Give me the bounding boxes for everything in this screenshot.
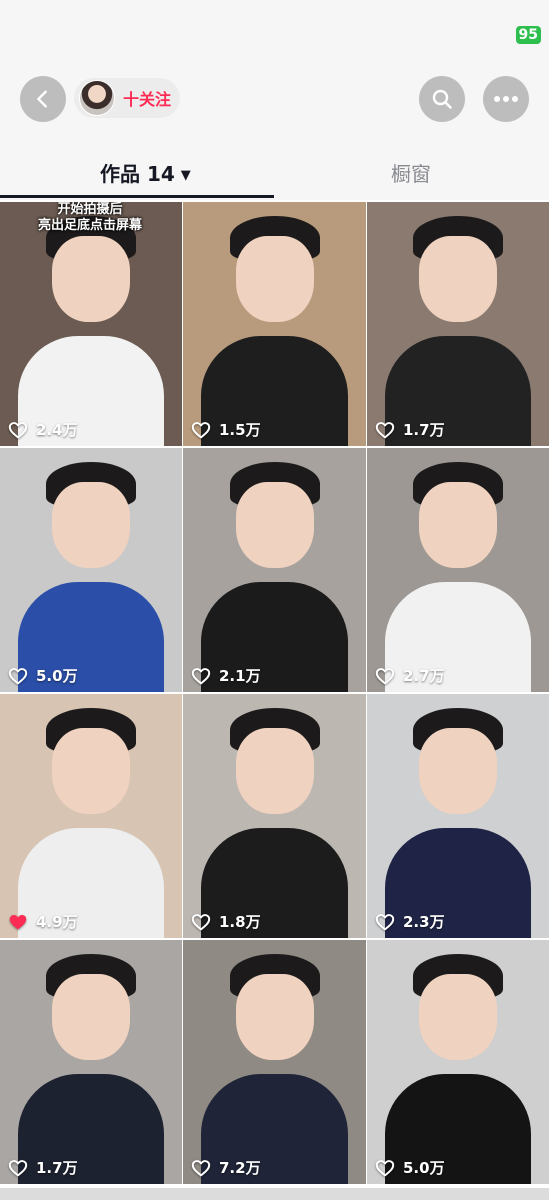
heart-icon xyxy=(375,667,395,684)
avatar[interactable] xyxy=(79,80,115,116)
like-count-value: 2.7万 xyxy=(403,667,445,685)
thumbnail-art xyxy=(235,974,314,1060)
video-thumbnail[interactable]: 2.3万 xyxy=(367,694,549,938)
like-count: 1.7万 xyxy=(375,419,445,440)
like-count-value: 1.8万 xyxy=(219,913,261,931)
like-count-value: 2.1万 xyxy=(219,667,261,685)
heart-icon xyxy=(191,421,211,438)
tab-active-indicator xyxy=(0,195,274,198)
like-count-value: 1.7万 xyxy=(403,421,445,439)
like-count: 5.0万 xyxy=(8,665,78,686)
video-overlay-text: 开始拍摄后 亮出足底点击屏幕 xyxy=(37,202,142,233)
thumbnail-art xyxy=(235,236,314,322)
like-count: 5.0万 xyxy=(375,1157,445,1178)
tab-works-label: 作品 14 xyxy=(100,162,175,186)
follow-label: 十关注 xyxy=(123,90,172,109)
more-button[interactable] xyxy=(483,76,529,122)
like-count-value: 7.2万 xyxy=(219,1159,261,1177)
video-thumbnail[interactable]: 2.1万 xyxy=(183,448,366,692)
like-count-value: 1.7万 xyxy=(36,1159,78,1177)
like-count-value: 2.3万 xyxy=(403,913,445,931)
thumbnail-art xyxy=(419,728,497,814)
more-horizontal-icon xyxy=(494,96,518,102)
thumbnail-art xyxy=(235,728,314,814)
video-thumbnail[interactable]: 1.8万 xyxy=(183,694,366,938)
like-count: 1.7万 xyxy=(8,1157,78,1178)
video-thumbnail[interactable]: 1.7万 xyxy=(367,202,549,446)
like-count: 4.9万 xyxy=(8,911,78,932)
video-thumbnail[interactable]: 5.0万 xyxy=(0,448,182,692)
follow-button[interactable]: 十关注 xyxy=(74,78,180,118)
battery-level: 95 xyxy=(518,27,538,43)
video-thumbnail[interactable]: 开始拍摄后 亮出足底点击屏幕 2.4万 xyxy=(0,202,182,446)
search-icon xyxy=(432,89,452,109)
like-count: 2.1万 xyxy=(191,665,261,686)
video-thumbnail[interactable]: 1.7万 xyxy=(0,940,182,1184)
thumbnail-art xyxy=(52,482,130,568)
like-count-value: 5.0万 xyxy=(36,667,78,685)
like-count-value: 5.0万 xyxy=(403,1159,445,1177)
back-button[interactable] xyxy=(20,76,66,122)
video-grid: 开始拍摄后 亮出足底点击屏幕 2.4万 1.5万 1.7万 5.0万 2.1万 … xyxy=(0,202,549,1184)
heart-icon xyxy=(375,1159,395,1176)
like-count: 2.3万 xyxy=(375,911,445,932)
like-count: 2.7万 xyxy=(375,665,445,686)
like-count: 1.8万 xyxy=(191,911,261,932)
heart-icon xyxy=(8,667,28,684)
thumbnail-art xyxy=(52,236,130,322)
heart-icon xyxy=(191,913,211,930)
heart-icon xyxy=(375,913,395,930)
like-count: 7.2万 xyxy=(191,1157,261,1178)
like-count: 1.5万 xyxy=(191,419,261,440)
heart-icon xyxy=(8,421,28,438)
tab-window[interactable]: 橱窗 xyxy=(391,158,431,190)
thumbnail-art xyxy=(419,482,497,568)
chevron-left-icon xyxy=(37,90,47,108)
heart-icon xyxy=(8,1159,28,1176)
heart-icon xyxy=(191,1159,211,1176)
video-thumbnail[interactable]: 5.0万 xyxy=(367,940,549,1184)
heart-filled-icon xyxy=(9,914,27,929)
thumbnail-art xyxy=(419,236,497,322)
thumbnail-art xyxy=(235,482,314,568)
heart-icon xyxy=(191,667,211,684)
tab-works[interactable]: 作品 14 ▼ xyxy=(100,158,191,190)
heart-icon xyxy=(375,421,395,438)
video-thumbnail[interactable]: 1.5万 xyxy=(183,202,366,446)
video-thumbnail[interactable]: 4.9万 xyxy=(0,694,182,938)
like-count-value: 4.9万 xyxy=(36,913,78,931)
video-thumbnail[interactable]: 7.2万 xyxy=(183,940,366,1184)
thumbnail-art xyxy=(52,974,130,1060)
like-count: 2.4万 xyxy=(8,419,78,440)
like-count-value: 2.4万 xyxy=(36,421,78,439)
thumbnail-art xyxy=(419,974,497,1060)
caret-down-icon: ▼ xyxy=(180,168,191,183)
video-thumbnail[interactable]: 2.7万 xyxy=(367,448,549,692)
like-count-value: 1.5万 xyxy=(219,421,261,439)
tab-window-label: 橱窗 xyxy=(391,162,431,186)
battery-indicator: 95 xyxy=(515,26,541,44)
thumbnail-art xyxy=(52,728,130,814)
profile-tabs: 作品 14 ▼ 橱窗 xyxy=(0,150,549,198)
search-button[interactable] xyxy=(419,76,465,122)
next-row-peek xyxy=(0,1188,549,1200)
